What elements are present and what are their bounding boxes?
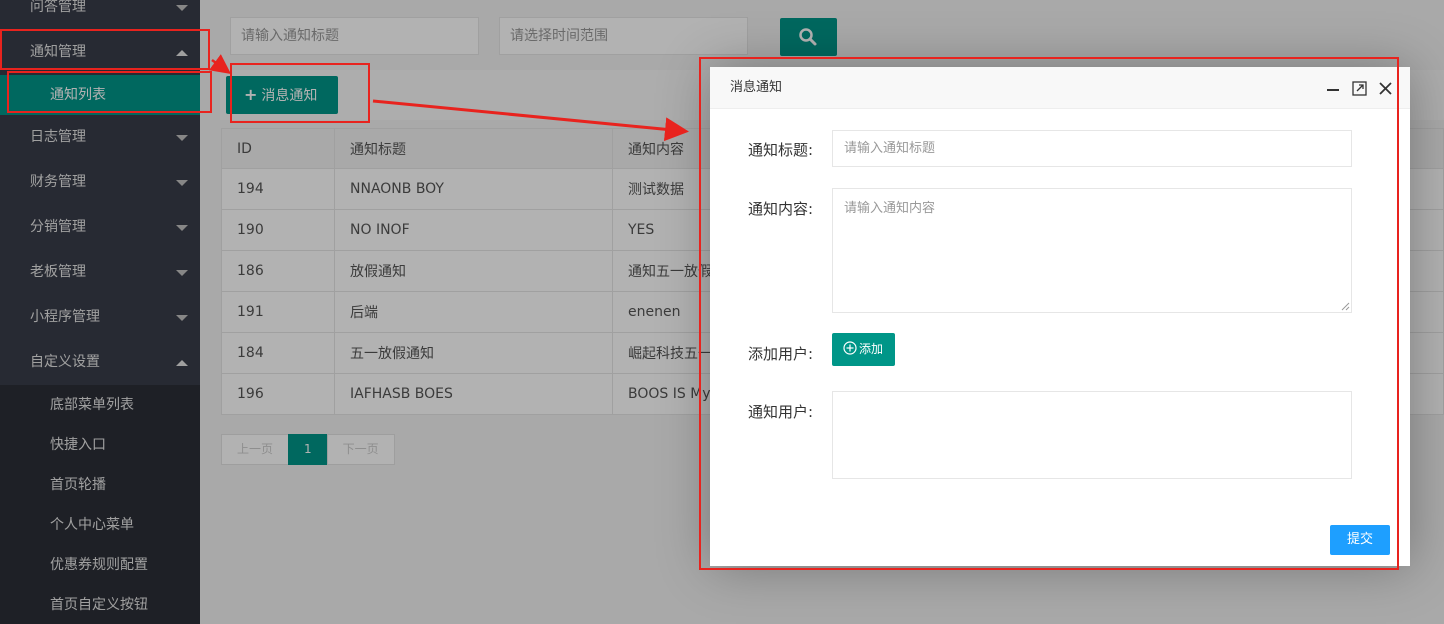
sidebar-subitem-label: 底部菜单列表 bbox=[50, 397, 134, 413]
dialog-title: 消息通知 bbox=[730, 80, 783, 95]
sidebar-item-label: 通知管理 bbox=[30, 44, 86, 60]
table-cell: 186 bbox=[221, 250, 335, 292]
add-user-label: 添加用户: bbox=[748, 345, 814, 363]
minimize-icon[interactable] bbox=[1326, 82, 1340, 96]
chevron-up-icon bbox=[176, 49, 188, 56]
sidebar-subitem-label: 优惠券规则配置 bbox=[50, 557, 148, 573]
add-notice-button[interactable]: + 消息通知 bbox=[226, 76, 338, 114]
maximize-icon[interactable] bbox=[1352, 81, 1367, 96]
chevron-down-icon bbox=[176, 314, 188, 321]
chevron-down-icon bbox=[176, 134, 188, 141]
plus-icon: + bbox=[244, 85, 258, 104]
sidebar-item-label: 问答管理 bbox=[30, 0, 86, 15]
page-number-button[interactable]: 1 bbox=[288, 434, 328, 465]
table-cell: 五一放假通知 bbox=[334, 332, 613, 374]
sidebar-subitem-home-buttons[interactable]: 首页自定义按钮 bbox=[0, 585, 200, 624]
column-header: ID bbox=[221, 128, 335, 169]
sidebar-item-label: 日志管理 bbox=[30, 129, 86, 145]
notice-dialog: 消息通知 通知标题: 请输入通知标题 通知内容: 请输入通知内容 添加用户: 添… bbox=[710, 67, 1410, 566]
notify-users-box[interactable] bbox=[832, 391, 1352, 479]
notice-title-placeholder: 请输入通知标题 bbox=[844, 141, 936, 156]
sidebar-subitem-label: 个人中心菜单 bbox=[50, 517, 134, 533]
sidebar-item-distribution[interactable]: 分销管理 bbox=[0, 205, 200, 250]
table-cell: 后端 bbox=[334, 291, 613, 333]
search-button[interactable] bbox=[780, 18, 837, 56]
column-header: 通知标题 bbox=[334, 128, 613, 169]
search-time-placeholder: 请选择时间范围 bbox=[510, 28, 608, 44]
add-notice-label: 消息通知 bbox=[261, 88, 318, 104]
sidebar-item-label: 财务管理 bbox=[30, 174, 86, 190]
notice-content-label: 通知内容: bbox=[748, 200, 814, 218]
plus-circle-icon bbox=[843, 341, 857, 355]
search-title-placeholder: 请输入通知标题 bbox=[241, 28, 339, 44]
table-cell: IAFHASB BOES bbox=[334, 373, 613, 415]
sidebar-item-qa[interactable]: 问答管理 bbox=[0, 0, 200, 30]
sidebar-subitem-label: 快捷入口 bbox=[50, 437, 106, 453]
chevron-down-icon bbox=[176, 4, 188, 11]
add-user-button-label: 添加 bbox=[859, 342, 884, 356]
next-page-button[interactable]: 下一页 bbox=[326, 434, 395, 465]
sidebar-item-label: 分销管理 bbox=[30, 219, 86, 235]
prev-page-button[interactable]: 上一页 bbox=[221, 434, 290, 465]
sidebar-subitem-shortcut[interactable]: 快捷入口 bbox=[0, 425, 200, 465]
sidebar-item-log[interactable]: 日志管理 bbox=[0, 115, 200, 160]
sidebar-item-label: 小程序管理 bbox=[30, 309, 100, 325]
chevron-down-icon bbox=[176, 224, 188, 231]
sidebar-item-label: 老板管理 bbox=[30, 264, 86, 280]
sidebar-item-miniprogram[interactable]: 小程序管理 bbox=[0, 295, 200, 340]
submit-button[interactable]: 提交 bbox=[1330, 525, 1390, 555]
sidebar-item-custom-settings[interactable]: 自定义设置 bbox=[0, 340, 200, 385]
sidebar-subitem-label: 首页自定义按钮 bbox=[50, 597, 148, 613]
sidebar-item-finance[interactable]: 财务管理 bbox=[0, 160, 200, 205]
sidebar-subitem-coupon-rules[interactable]: 优惠券规则配置 bbox=[0, 545, 200, 585]
sidebar-item-notice[interactable]: 通知管理 bbox=[0, 30, 200, 75]
chevron-up-icon bbox=[176, 359, 188, 366]
pagination: 上一页 1 下一页 bbox=[221, 434, 395, 465]
notice-title-input[interactable]: 请输入通知标题 bbox=[832, 130, 1352, 167]
table-cell: 190 bbox=[221, 209, 335, 251]
sidebar-subitem-label: 通知列表 bbox=[50, 87, 106, 103]
table-cell: 191 bbox=[221, 291, 335, 333]
notice-content-textarea[interactable]: 请输入通知内容 bbox=[832, 188, 1352, 313]
search-time-range-input[interactable]: 请选择时间范围 bbox=[499, 17, 748, 55]
notice-title-label: 通知标题: bbox=[748, 141, 814, 159]
notice-content-placeholder: 请输入通知内容 bbox=[844, 201, 936, 216]
table-cell: 放假通知 bbox=[334, 250, 613, 292]
sidebar-subitem-bottom-menu[interactable]: 底部菜单列表 bbox=[0, 385, 200, 425]
search-title-input[interactable]: 请输入通知标题 bbox=[230, 17, 479, 55]
notify-users-label: 通知用户: bbox=[748, 403, 814, 421]
add-user-button[interactable]: 添加 bbox=[832, 333, 895, 366]
sidebar-subitem-carousel[interactable]: 首页轮播 bbox=[0, 465, 200, 505]
chevron-down-icon bbox=[176, 179, 188, 186]
sidebar-item-boss[interactable]: 老板管理 bbox=[0, 250, 200, 295]
dialog-header: 消息通知 bbox=[710, 67, 1410, 109]
table-cell: NO INOF bbox=[334, 209, 613, 251]
sidebar: 问答管理 通知管理 通知列表 日志管理 财务管理 分销管理 老板管理 小程序管理… bbox=[0, 0, 200, 624]
resize-handle-icon[interactable] bbox=[1341, 302, 1350, 311]
chevron-down-icon bbox=[176, 269, 188, 276]
search-icon bbox=[799, 28, 817, 46]
table-cell: NNAONB BOY bbox=[334, 168, 613, 210]
sidebar-subitem-notice-list[interactable]: 通知列表 bbox=[0, 75, 200, 115]
close-icon[interactable] bbox=[1379, 82, 1392, 95]
table-cell: 194 bbox=[221, 168, 335, 210]
sidebar-item-label: 自定义设置 bbox=[30, 354, 100, 370]
table-cell: 196 bbox=[221, 373, 335, 415]
sidebar-subitem-label: 首页轮播 bbox=[50, 477, 106, 493]
table-cell: 184 bbox=[221, 332, 335, 374]
sidebar-subitem-profile-menu[interactable]: 个人中心菜单 bbox=[0, 505, 200, 545]
